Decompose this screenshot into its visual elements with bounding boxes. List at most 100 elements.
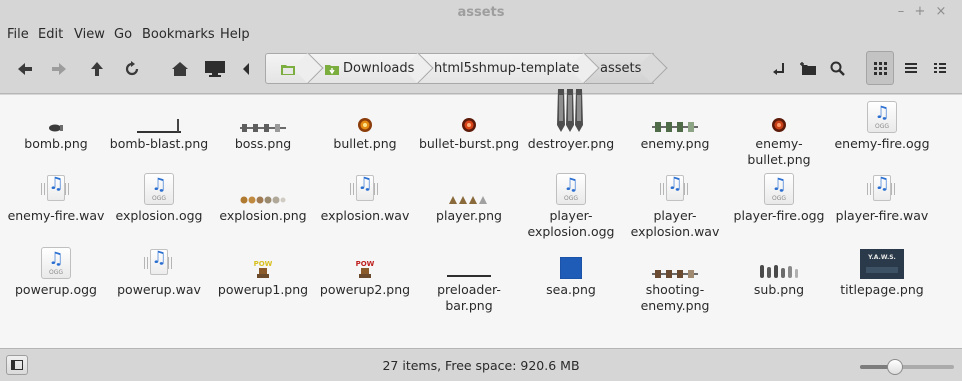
file-name: enemy-bullet.png [747, 136, 811, 167]
powerup2-thumbnail: POW [356, 260, 375, 278]
file-name: preloader-bar.png [437, 282, 501, 313]
wav-audio-icon: ♫ [660, 173, 690, 205]
file-name: shooting-enemy.png [640, 282, 710, 313]
preloader-thumbnail [447, 275, 491, 277]
title-bar: assets – + × [0, 0, 962, 26]
file-name: powerup1.png [217, 282, 309, 297]
player-thumbnail [449, 196, 487, 204]
search-icon [830, 61, 845, 76]
minimize-button[interactable]: – [893, 4, 909, 20]
file-item[interactable]: bomb.png [4, 95, 108, 152]
file-name: enemy-fire.wav [7, 208, 105, 223]
list-view-icon [905, 63, 917, 73]
maximize-button[interactable]: + [912, 4, 928, 20]
bomb-thumbnail [49, 124, 63, 132]
back-button[interactable] [10, 55, 40, 83]
file-item[interactable]: sea.png [519, 241, 623, 298]
file-item[interactable]: ♫ enemy-fire.wav [4, 167, 108, 224]
menu-edit[interactable]: Edit [38, 27, 63, 42]
menu-help[interactable]: Help [220, 27, 250, 42]
file-item[interactable]: Y.A.W.S. titlepage.png [830, 241, 934, 298]
menu-file[interactable]: File [7, 27, 29, 42]
reload-button[interactable] [117, 55, 147, 83]
toolbar: Downloads html5shmup-template assets [0, 46, 962, 94]
file-item[interactable]: bomb-blast.png [107, 95, 211, 152]
sea-thumbnail [560, 257, 582, 279]
pow-label: POW [356, 260, 375, 268]
titlepage-thumbnail: Y.A.W.S. [860, 249, 904, 279]
ogg-audio-icon: ♫ OGG [41, 247, 71, 279]
file-item[interactable]: explosion.png [211, 167, 315, 224]
home-button[interactable] [165, 55, 195, 83]
menu-view[interactable]: View [74, 27, 105, 42]
file-item[interactable]: ♫ OGG player-fire.ogg [727, 167, 831, 224]
enemy-bullet-thumbnail [772, 118, 786, 132]
arrow-right-icon [52, 63, 66, 75]
file-item[interactable]: bullet.png [313, 95, 417, 152]
forward-button[interactable] [44, 55, 74, 83]
file-item[interactable]: destroyer.png [519, 89, 623, 152]
computer-button[interactable] [200, 55, 230, 83]
file-item[interactable]: ♫ powerup.wav [107, 241, 211, 298]
wav-audio-icon: ♫ [350, 173, 380, 205]
file-item[interactable]: ♫ OGG powerup.ogg [4, 241, 108, 298]
open-terminal-button[interactable] [763, 55, 793, 83]
file-item[interactable]: ♫ OGG player-explosion.ogg [519, 167, 623, 240]
file-item[interactable]: sub.png [727, 241, 831, 298]
file-name: bomb.png [24, 136, 88, 151]
file-name: powerup2.png [319, 282, 411, 297]
ogg-audio-icon: ♫ OGG [556, 173, 586, 205]
list-view-toggle[interactable] [897, 51, 925, 85]
terminal-arrow-icon [773, 63, 784, 75]
file-item[interactable]: ♫ explosion.wav [313, 167, 417, 224]
ogg-tag: OGG [563, 195, 579, 202]
up-button[interactable] [82, 55, 112, 83]
file-name: bullet-burst.png [418, 136, 520, 151]
icon-view-toggle[interactable] [866, 51, 894, 85]
wav-audio-icon: ♫ [867, 173, 897, 205]
file-name: bullet.png [333, 136, 397, 151]
crumb-downloads-label: Downloads [343, 61, 415, 76]
file-name: sub.png [753, 282, 805, 297]
file-item[interactable]: enemy.png [623, 95, 727, 152]
menu-go[interactable]: Go [114, 27, 132, 42]
file-item[interactable]: ♫ player-fire.wav [830, 167, 934, 224]
status-bar: 27 items, Free space: 920.6 MB [0, 348, 962, 381]
compact-view-toggle[interactable] [926, 51, 954, 85]
shooting-enemy-thumbnail [652, 270, 698, 278]
new-folder-icon [800, 62, 816, 75]
ogg-audio-icon: ♫ OGG [144, 173, 174, 205]
status-text: 27 items, Free space: 920.6 MB [382, 358, 580, 373]
file-name: boss.png [234, 136, 292, 151]
file-item[interactable]: shooting-enemy.png [623, 241, 727, 314]
bullet-thumbnail [358, 118, 372, 132]
destroyer-thumbnail [557, 89, 583, 132]
close-button[interactable]: × [933, 4, 949, 20]
file-name: player-fire.wav [835, 208, 929, 223]
crumb-html5shmup-template[interactable]: html5shmup-template [420, 52, 600, 84]
file-item[interactable]: ♫ OGG explosion.ogg [107, 167, 211, 224]
breadcrumb-scroll-left[interactable] [234, 55, 258, 83]
file-item[interactable]: enemy-bullet.png [727, 95, 831, 168]
menu-bookmarks[interactable]: Bookmarks [142, 27, 215, 42]
new-folder-button[interactable] [794, 55, 824, 83]
file-item[interactable]: ♫ OGG enemy-fire.ogg [830, 95, 934, 152]
file-item[interactable]: ♫ player-explosion.wav [623, 167, 727, 240]
file-item[interactable]: player.png [417, 167, 521, 224]
file-item[interactable]: boss.png [211, 95, 315, 152]
search-button[interactable] [823, 55, 853, 83]
file-name: titlepage.png [840, 282, 924, 297]
file-grid: bomb.png bomb-blast.png boss.png bullet.… [0, 89, 962, 348]
file-item[interactable]: preloader-bar.png [417, 241, 521, 314]
breadcrumb: Downloads html5shmup-template assets [265, 52, 668, 84]
folder-downloads-icon [325, 64, 339, 75]
crumb-root[interactable] [265, 52, 324, 84]
file-item[interactable]: POW powerup1.png [211, 241, 315, 298]
crumb-downloads[interactable]: Downloads [310, 52, 434, 84]
chevron-left-icon [243, 63, 249, 75]
grid-view-icon [874, 62, 887, 75]
explosion-thumbnail [240, 196, 286, 204]
zoom-slider[interactable] [860, 359, 954, 375]
file-item[interactable]: bullet-burst.png [417, 95, 521, 152]
file-item[interactable]: POW powerup2.png [313, 241, 417, 298]
